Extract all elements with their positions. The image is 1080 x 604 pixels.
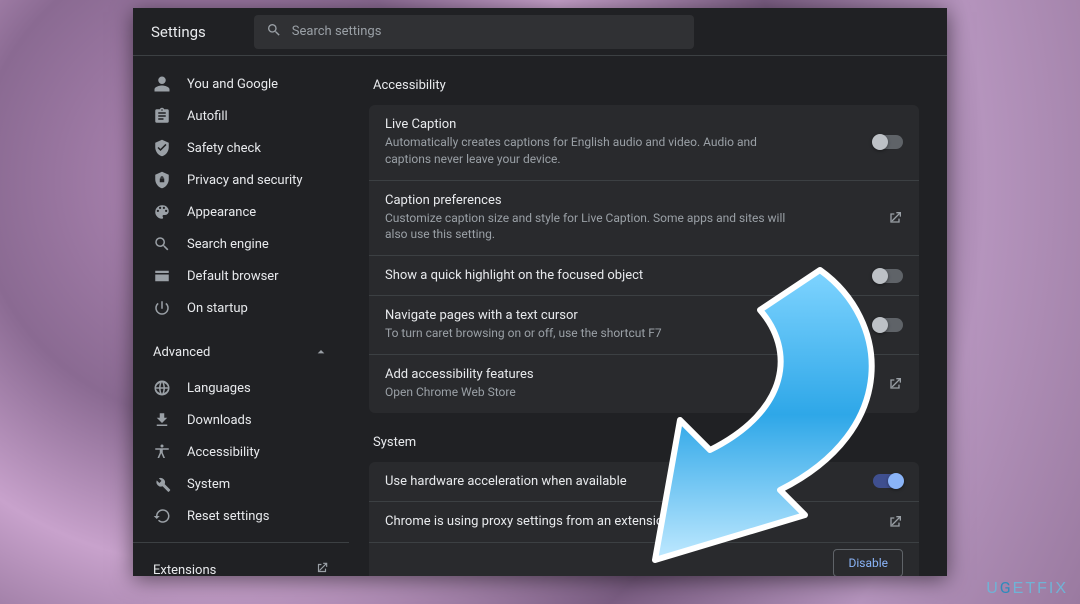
row-add-accessibility-features[interactable]: Add accessibility features Open Chrome W… (369, 354, 919, 413)
search-icon (153, 235, 171, 253)
row-title: Navigate pages with a text cursor (385, 308, 662, 323)
restore-icon (153, 507, 171, 525)
row-desc: Open Chrome Web Store (385, 384, 534, 401)
chevron-up-icon (313, 344, 329, 360)
sidebar-section-advanced[interactable]: Advanced (133, 332, 349, 372)
row-title: Live Caption (385, 117, 805, 132)
toggle-caret-browsing[interactable] (873, 318, 903, 332)
watermark: UGETFIX (986, 578, 1068, 598)
sidebar-item-on-startup[interactable]: On startup (133, 292, 349, 324)
sidebar-item-extensions[interactable]: Extensions (153, 553, 329, 576)
sidebar-item-reset-settings[interactable]: Reset settings (133, 500, 349, 532)
row-desc: Customize caption size and style for Liv… (385, 210, 805, 244)
lock-icon (153, 171, 171, 189)
row-hardware-acceleration: Use hardware acceleration when available (369, 462, 919, 501)
sidebar-item-label: Default browser (187, 269, 279, 284)
accessibility-icon (153, 443, 171, 461)
row-title: Add accessibility features (385, 367, 534, 382)
sidebar-item-label: Accessibility (187, 445, 260, 460)
sidebar-item-label: Search engine (187, 237, 269, 252)
row-title: Show a quick highlight on the focused ob… (385, 268, 643, 283)
sidebar: You and Google Autofill Safety check Pri… (133, 56, 349, 576)
palette-icon (153, 203, 171, 221)
body: You and Google Autofill Safety check Pri… (133, 56, 947, 576)
clipboard-icon (153, 107, 171, 125)
sidebar-item-label: You and Google (187, 77, 278, 92)
search-input[interactable] (292, 24, 682, 39)
row-proxy-settings[interactable]: Chrome is using proxy settings from an e… (369, 501, 919, 542)
toggle-live-caption[interactable] (873, 135, 903, 149)
search-field[interactable] (254, 15, 694, 49)
row-title: Chrome is using proxy settings from an e… (385, 514, 670, 529)
sidebar-item-label: Extensions (153, 563, 216, 577)
row-title: Use hardware acceleration when available (385, 474, 627, 489)
row-focus-highlight: Show a quick highlight on the focused ob… (369, 255, 919, 295)
download-icon (153, 411, 171, 429)
sidebar-item-label: Safety check (187, 141, 261, 156)
sidebar-item-label: On startup (187, 301, 248, 316)
sidebar-item-you-and-google[interactable]: You and Google (133, 68, 349, 100)
sidebar-item-languages[interactable]: Languages (133, 372, 349, 404)
search-icon (266, 22, 282, 42)
external-link-icon (315, 561, 329, 576)
toggle-focus-highlight[interactable] (873, 269, 903, 283)
browser-icon (153, 267, 171, 285)
globe-icon (153, 379, 171, 397)
shield-check-icon (153, 139, 171, 157)
row-disable: Disable (369, 542, 919, 576)
accessibility-card: Live Caption Automatically creates capti… (369, 105, 919, 413)
sidebar-item-privacy[interactable]: Privacy and security (133, 164, 349, 196)
section-title-accessibility: Accessibility (373, 78, 919, 93)
row-caption-preferences[interactable]: Caption preferences Customize caption si… (369, 180, 919, 256)
sidebar-item-accessibility[interactable]: Accessibility (133, 436, 349, 468)
sidebar-item-system[interactable]: System (133, 468, 349, 500)
row-caret-browsing: Navigate pages with a text cursor To tur… (369, 295, 919, 354)
sidebar-section-label: Advanced (153, 345, 210, 360)
sidebar-item-autofill[interactable]: Autofill (133, 100, 349, 132)
wrench-icon (153, 475, 171, 493)
row-desc: Automatically creates captions for Engli… (385, 134, 805, 168)
sidebar-item-label: Languages (187, 381, 251, 396)
sidebar-item-appearance[interactable]: Appearance (133, 196, 349, 228)
row-title: Caption preferences (385, 193, 805, 208)
sidebar-item-label: Reset settings (187, 509, 269, 524)
settings-window: Settings You and Google Autofill Safety … (133, 8, 947, 576)
row-desc: To turn caret browsing on or off, use th… (385, 325, 662, 342)
sidebar-item-label: Appearance (187, 205, 256, 220)
person-icon (153, 75, 171, 93)
sidebar-item-label: Privacy and security (187, 173, 303, 188)
sidebar-item-safety-check[interactable]: Safety check (133, 132, 349, 164)
topbar: Settings (133, 8, 947, 56)
sidebar-item-label: Autofill (187, 109, 228, 124)
section-title-system: System (373, 435, 919, 450)
page-title: Settings (151, 23, 206, 41)
sidebar-item-search-engine[interactable]: Search engine (133, 228, 349, 260)
sidebar-item-default-browser[interactable]: Default browser (133, 260, 349, 292)
toggle-hardware-acceleration[interactable] (873, 474, 903, 488)
main-content: Accessibility Live Caption Automatically… (349, 56, 947, 576)
row-live-caption: Live Caption Automatically creates capti… (369, 105, 919, 180)
sidebar-item-downloads[interactable]: Downloads (133, 404, 349, 436)
sidebar-item-label: Downloads (187, 413, 252, 428)
disable-button[interactable]: Disable (833, 549, 903, 576)
sidebar-item-label: System (187, 477, 230, 492)
external-link-icon (887, 514, 903, 530)
system-card: Use hardware acceleration when available… (369, 462, 919, 576)
external-link-icon (887, 210, 903, 226)
external-link-icon (887, 376, 903, 392)
power-icon (153, 299, 171, 317)
divider (133, 542, 349, 543)
